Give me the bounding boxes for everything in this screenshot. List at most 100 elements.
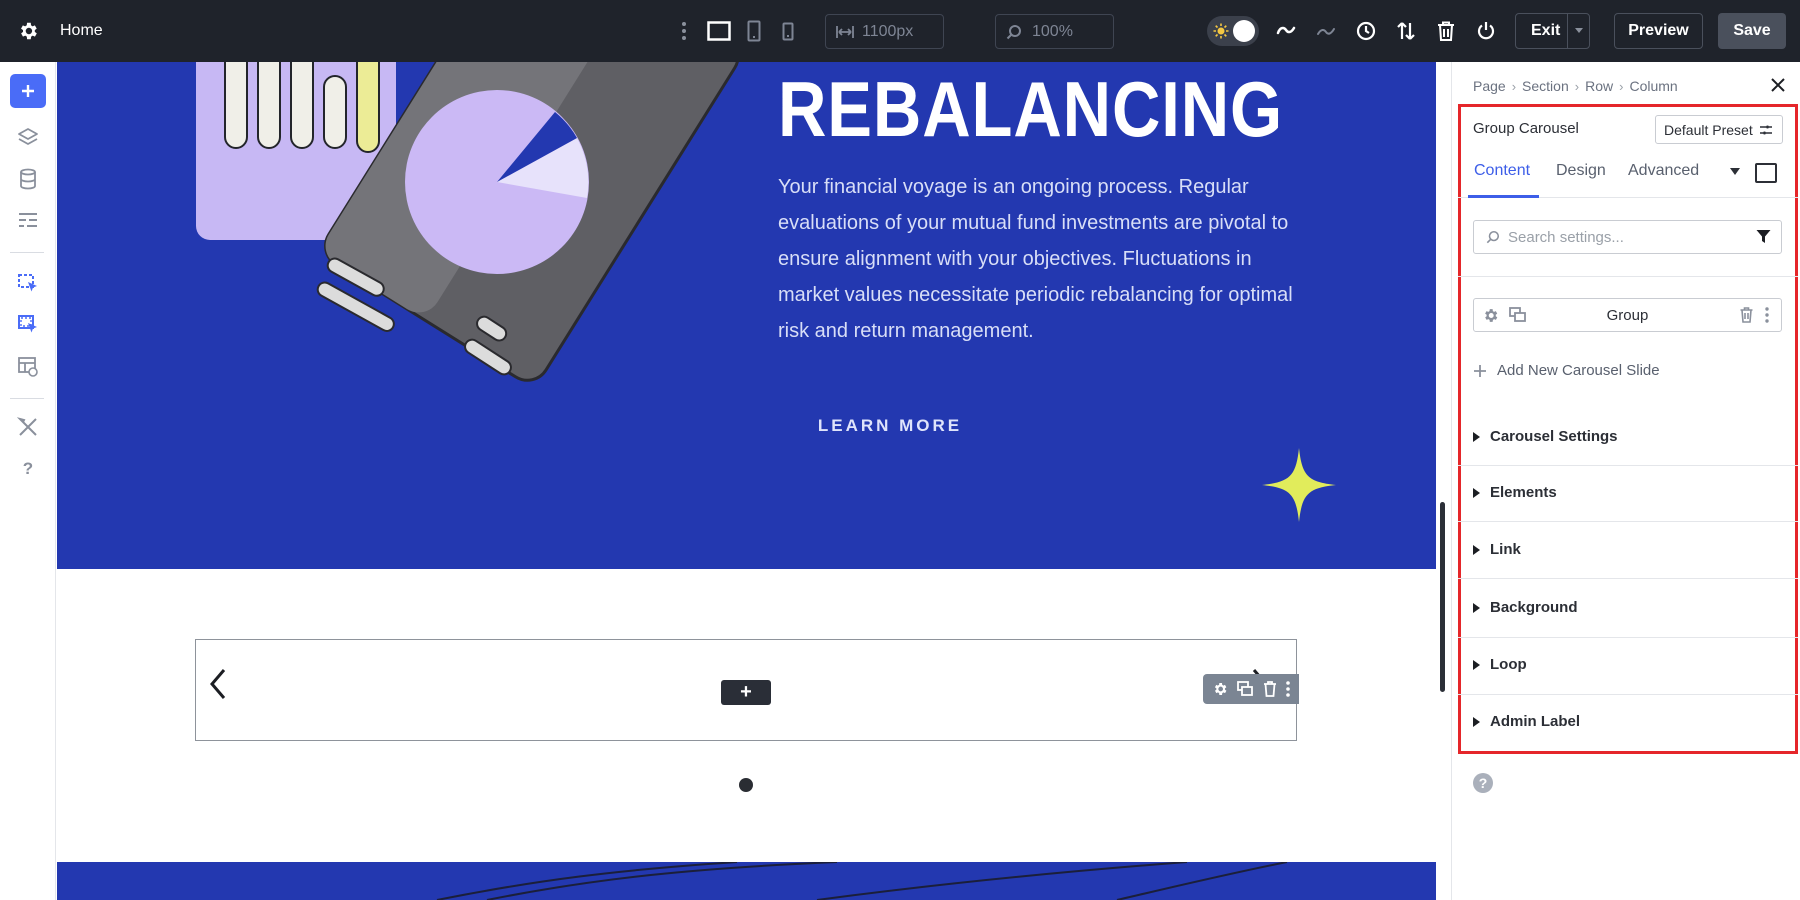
preview-layout-icon[interactable]: [10, 350, 46, 384]
wave-lines-decoration: [436, 862, 1288, 900]
panel-divider: [1458, 465, 1798, 466]
history-icon[interactable]: [1356, 21, 1376, 41]
zoom-value: 100%: [1032, 22, 1073, 40]
breadcrumb-column[interactable]: Column: [1629, 78, 1677, 94]
caret-right-icon: [1473, 487, 1480, 498]
accordion-link[interactable]: Link: [1473, 541, 1782, 558]
chevron-left-icon[interactable]: [208, 667, 228, 701]
group-carousel-module[interactable]: +: [195, 639, 1299, 741]
add-slide-content-button[interactable]: +: [721, 680, 771, 705]
preview-button[interactable]: Preview: [1614, 13, 1703, 49]
breadcrumb-section[interactable]: Section: [1522, 78, 1569, 94]
hero-paragraph[interactable]: Your financial voyage is an ongoing proc…: [778, 169, 1298, 349]
panel-divider: [1458, 578, 1798, 579]
next-section-band[interactable]: [57, 862, 1436, 900]
undo-icon[interactable]: [1276, 21, 1296, 41]
breadcrumb-separator-icon: ›: [1574, 78, 1580, 94]
preset-settings-icon: [1759, 124, 1773, 136]
builder-canvas: REBALANCING Your financial voyage is an …: [56, 62, 1436, 900]
sort-arrows-icon[interactable]: [1396, 21, 1416, 41]
module-action-bar: [1203, 674, 1299, 704]
canvas-width-field[interactable]: 1100px: [825, 14, 944, 49]
preset-label: Default Preset: [1664, 121, 1753, 138]
breadcrumb-row[interactable]: Row: [1585, 78, 1613, 94]
hero-heading[interactable]: REBALANCING: [778, 64, 1283, 155]
toggle-knob: [1233, 20, 1255, 42]
add-module-button[interactable]: [10, 74, 46, 108]
canvas-scrollbar[interactable]: [1440, 502, 1445, 692]
caret-down-icon[interactable]: [1730, 168, 1740, 176]
tab-advanced[interactable]: Advanced: [1628, 162, 1699, 180]
filter-icon[interactable]: [1756, 229, 1771, 244]
module-delete-icon[interactable]: [1263, 681, 1277, 697]
help-button[interactable]: ?: [1473, 773, 1493, 793]
breadcrumb-separator-icon: ›: [1511, 78, 1517, 94]
power-icon[interactable]: [1476, 21, 1496, 41]
accordion-carousel-settings[interactable]: Carousel Settings: [1473, 428, 1782, 445]
tab-design[interactable]: Design: [1556, 162, 1606, 180]
accordion-admin-label[interactable]: Admin Label: [1473, 713, 1782, 730]
accordion-loop[interactable]: Loop: [1473, 656, 1782, 673]
hero-section[interactable]: REBALANCING Your financial voyage is an …: [57, 62, 1436, 569]
select-element-icon[interactable]: [10, 267, 46, 301]
redo-icon[interactable]: [1316, 21, 1336, 41]
zoom-field[interactable]: 100%: [995, 14, 1114, 49]
page-title[interactable]: Home: [60, 22, 103, 40]
module-duplicate-icon[interactable]: [1237, 681, 1254, 697]
database-icon[interactable]: [10, 162, 46, 196]
panel-divider: [1458, 637, 1798, 638]
panel-divider: [1458, 276, 1798, 277]
search-placeholder: Search settings...: [1508, 228, 1624, 246]
search-icon: [1486, 230, 1500, 244]
accordion-background[interactable]: Background: [1473, 599, 1782, 616]
learn-more-button[interactable]: LEARN MORE: [800, 406, 980, 446]
tab-content[interactable]: Content: [1474, 162, 1530, 180]
close-icon[interactable]: [1771, 78, 1785, 92]
canvas-width-value: 1100px: [862, 22, 914, 40]
layers-icon[interactable]: [10, 120, 46, 154]
module-settings-gear-icon[interactable]: [1212, 681, 1228, 697]
accordion-elements[interactable]: Elements: [1473, 484, 1782, 501]
add-carousel-slide-button[interactable]: Add New Carousel Slide: [1473, 362, 1660, 379]
settings-search-input[interactable]: Search settings...: [1473, 220, 1782, 254]
help-question-icon[interactable]: ?: [10, 452, 46, 486]
preset-dropdown[interactable]: Default Preset: [1655, 115, 1783, 144]
exit-dropdown-caret-icon[interactable]: [1567, 14, 1589, 48]
save-button[interactable]: Save: [1718, 13, 1786, 49]
slide-delete-icon[interactable]: [1739, 307, 1754, 323]
accordion-label: Admin Label: [1490, 713, 1581, 730]
trash-icon[interactable]: [1437, 21, 1455, 41]
desktop-view-icon[interactable]: [707, 21, 731, 41]
exit-button[interactable]: Exit: [1515, 13, 1590, 49]
caret-right-icon: [1473, 659, 1480, 670]
panel-divider: [1458, 694, 1798, 695]
sections-list-icon[interactable]: [10, 204, 46, 238]
accordion-label: Carousel Settings: [1490, 428, 1618, 445]
breadcrumb-separator-icon: ›: [1619, 78, 1624, 94]
top-toolbar: Home 1100px 100% Exit Preview Save: [0, 0, 1800, 62]
module-more-icon[interactable]: [1286, 681, 1291, 697]
gear-icon[interactable]: [17, 20, 39, 42]
accordion-label: Link: [1490, 541, 1521, 558]
toolbar-divider: [10, 252, 44, 253]
more-vertical-icon[interactable]: [680, 20, 688, 42]
tablet-view-icon[interactable]: [747, 20, 761, 42]
active-tab-underline: [1468, 195, 1539, 198]
settings-panel: Page › Section › Row › Column Group Caro…: [1451, 62, 1800, 900]
accordion-label: Elements: [1490, 484, 1557, 501]
zoom-search-icon: [1006, 24, 1022, 40]
carousel-slide-item[interactable]: Group: [1473, 298, 1782, 332]
tools-icon[interactable]: [10, 410, 46, 444]
carousel-pagination-dot[interactable]: [739, 778, 753, 792]
expand-panel-icon[interactable]: [1755, 163, 1777, 183]
slide-more-icon[interactable]: [1765, 307, 1769, 323]
toolbar-divider: [10, 398, 44, 399]
theme-toggle[interactable]: [1207, 16, 1259, 46]
phone-view-icon[interactable]: [782, 22, 794, 41]
accordion-label: Loop: [1490, 656, 1527, 673]
add-slide-label: Add New Carousel Slide: [1497, 362, 1660, 379]
multi-select-icon[interactable]: [10, 308, 46, 342]
plus-icon: [1473, 364, 1487, 378]
breadcrumb-page[interactable]: Page: [1473, 78, 1506, 94]
caret-right-icon: [1473, 431, 1480, 442]
